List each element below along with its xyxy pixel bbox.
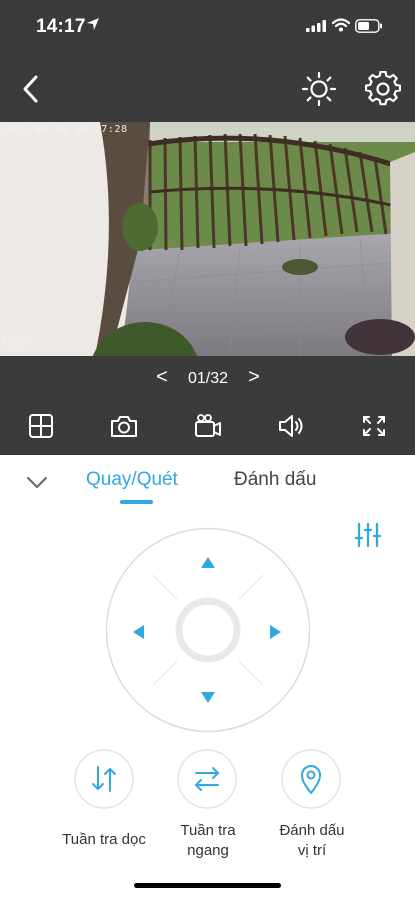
brightness-icon[interactable]	[301, 71, 337, 107]
pager-count: 01/32	[187, 370, 229, 387]
speaker-volume-icon[interactable]	[276, 412, 306, 440]
pan-down-arrow-icon[interactable]	[198, 689, 218, 705]
camera-scene	[0, 122, 415, 356]
home-indicator	[134, 883, 281, 888]
snapshot-camera-icon[interactable]	[109, 412, 139, 440]
mark-position-label: Đánh dấu vị trí	[279, 822, 345, 859]
top-nav	[0, 62, 415, 118]
preset-pager: < 01/32 >	[0, 366, 415, 394]
camera-watermark: tapo	[2, 332, 36, 351]
active-tab-indicator	[120, 500, 153, 504]
pan-right-arrow-icon[interactable]	[267, 622, 283, 642]
vertical-patrol-button[interactable]	[74, 749, 134, 809]
wifi-icon	[332, 18, 350, 32]
vertical-patrol-label: Tuần tra dọc	[62, 831, 146, 848]
fullscreen-icon[interactable]	[359, 412, 389, 440]
tab-pan-tilt[interactable]: Quay/Quét	[86, 469, 178, 491]
record-video-icon[interactable]	[193, 412, 223, 440]
camera-timestamp: 2022-09-10 14:17:28	[2, 124, 128, 135]
ptz-control-panel: Quay/Quét Đánh dấu Tuần tra dọc Tuần tra…	[0, 455, 415, 900]
camera-live-view[interactable]: 2022-09-10 14:17:28 tapo	[0, 122, 415, 356]
status-bar: 14:17	[0, 0, 415, 56]
battery-icon	[355, 19, 382, 33]
cellular-signal-icon	[306, 20, 326, 32]
back-arrow-icon[interactable]	[16, 72, 50, 106]
settings-gear-icon[interactable]	[365, 71, 401, 107]
adjust-sliders-icon[interactable]	[354, 521, 382, 549]
location-arrow-icon	[87, 18, 99, 30]
horizontal-patrol-button[interactable]	[177, 749, 237, 809]
status-time: 14:17	[36, 16, 86, 37]
pager-next-button[interactable]: >	[244, 366, 264, 392]
horizontal-patrol-label: Tuần tra ngang	[180, 822, 236, 859]
collapse-chevron-icon[interactable]	[24, 469, 50, 495]
camera-header: 14:17 2022-09-10 14:17:28 tapo < 01/32 >	[0, 0, 415, 455]
pan-up-arrow-icon[interactable]	[198, 555, 218, 571]
pager-prev-button[interactable]: <	[152, 366, 172, 392]
pan-left-arrow-icon[interactable]	[131, 622, 147, 642]
camera-toolbar	[0, 408, 415, 444]
mark-position-button[interactable]	[281, 749, 341, 809]
tab-marked-positions[interactable]: Đánh dấu	[234, 469, 316, 491]
multi-view-grid-icon[interactable]	[26, 412, 56, 440]
